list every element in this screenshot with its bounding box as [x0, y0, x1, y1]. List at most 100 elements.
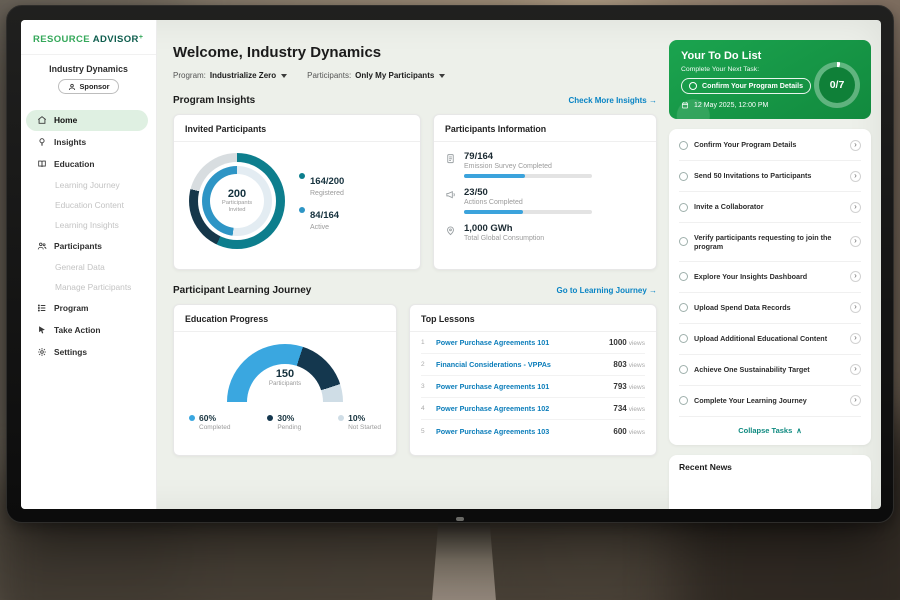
- page-title: Welcome, Industry Dynamics: [173, 44, 657, 61]
- sponsor-label: Sponsor: [80, 82, 110, 91]
- sidebar-item-take-action[interactable]: Take Action: [26, 320, 148, 341]
- lesson-link[interactable]: Power Purchase Agreements 103: [436, 427, 606, 436]
- lesson-row: 3 Power Purchase Agreements 101 793views: [421, 376, 645, 398]
- donut-center-value: 200: [228, 188, 246, 200]
- sidebar-item-label: Learning Journey: [55, 180, 120, 190]
- sidebar-item-program[interactable]: Program: [26, 298, 148, 319]
- sidebar-item-participants[interactable]: Participants: [26, 236, 148, 257]
- person-icon: [68, 83, 76, 91]
- legend-dot: [338, 415, 344, 421]
- pin-icon: [445, 225, 456, 236]
- checkbox-icon[interactable]: [679, 303, 688, 312]
- legend-item-registered: 164/200Registered: [299, 171, 344, 197]
- todo-progress-ring: 0/7: [814, 62, 860, 108]
- recent-news-title: Recent News: [679, 462, 732, 472]
- checkbox-icon[interactable]: [679, 396, 688, 405]
- checkbox-icon[interactable]: [689, 82, 697, 90]
- lesson-link[interactable]: Power Purchase Agreements 101: [436, 338, 602, 347]
- check-more-insights-link[interactable]: Check More Insights →: [569, 96, 657, 105]
- lesson-link[interactable]: Power Purchase Agreements 102: [436, 404, 606, 413]
- sidebar-item-label: Settings: [54, 347, 87, 357]
- sidebar-item-manage-participants[interactable]: Manage Participants: [26, 278, 148, 297]
- monitor-bezel: RESOURCE ADVISOR+ Industry Dynamics Spon…: [6, 5, 894, 523]
- task-row[interactable]: Upload Additional Educational Content ›: [679, 324, 861, 355]
- legend-item-active: 84/164Active: [299, 205, 344, 231]
- logo-plus: +: [139, 34, 144, 41]
- pointer-icon: [37, 325, 47, 335]
- checkbox-icon[interactable]: [679, 141, 688, 150]
- go-to-learning-journey-link[interactable]: Go to Learning Journey →: [557, 286, 657, 295]
- program-insights-header: Program Insights Check More Insights →: [173, 95, 657, 106]
- scene: RESOURCE ADVISOR+ Industry Dynamics Spon…: [0, 0, 900, 600]
- sidebar: RESOURCE ADVISOR+ Industry Dynamics Spon…: [21, 20, 157, 509]
- chevron-right-icon[interactable]: ›: [850, 140, 861, 151]
- participants-dropdown[interactable]: Participants:Only My Participants: [307, 71, 445, 80]
- chevron-down-icon: [439, 74, 445, 78]
- sidebar-item-settings[interactable]: Settings: [26, 342, 148, 363]
- collapse-tasks-button[interactable]: Collapse Tasks∧: [679, 417, 861, 444]
- chevron-right-icon[interactable]: ›: [850, 302, 861, 313]
- chevron-right-icon[interactable]: ›: [850, 202, 861, 213]
- task-row[interactable]: Explore Your Insights Dashboard ›: [679, 262, 861, 293]
- megaphone-icon: [445, 189, 456, 200]
- org-name: Industry Dynamics: [25, 64, 152, 74]
- sidebar-item-home[interactable]: Home: [26, 110, 148, 131]
- lesson-row: 2 Financial Considerations - VPPAs 803vi…: [421, 354, 645, 376]
- sidebar-item-insights[interactable]: Insights: [26, 132, 148, 153]
- chevron-down-icon: [281, 74, 287, 78]
- participants-information-card: Participants Information 79/164 Emission…: [433, 114, 657, 270]
- stat-actions-completed: 23/50 Actions Completed: [445, 187, 645, 214]
- task-row[interactable]: Achieve One Sustainability Target ›: [679, 355, 861, 386]
- next-task-pill[interactable]: Confirm Your Program Details: [681, 78, 811, 94]
- task-row[interactable]: Send 50 Invitations to Participants ›: [679, 161, 861, 192]
- program-value: Industrialize Zero: [210, 71, 276, 80]
- sidebar-item-general-data[interactable]: General Data: [26, 258, 148, 277]
- chevron-right-icon[interactable]: ›: [850, 171, 861, 182]
- checkbox-icon[interactable]: [679, 272, 688, 281]
- task-row[interactable]: Verify participants requesting to join t…: [679, 223, 861, 262]
- card-title: Top Lessons: [410, 314, 656, 332]
- checkbox-icon[interactable]: [679, 237, 688, 246]
- participants-value: Only My Participants: [355, 71, 434, 80]
- lesson-link[interactable]: Financial Considerations - VPPAs: [436, 360, 606, 369]
- progress-track: [464, 174, 592, 178]
- sidebar-nav: Home Insights Education Learning Journey: [21, 110, 156, 363]
- checkbox-icon[interactable]: [679, 365, 688, 374]
- task-row[interactable]: Upload Spend Data Records ›: [679, 293, 861, 324]
- home-icon: [37, 115, 47, 125]
- chevron-right-icon[interactable]: ›: [850, 271, 861, 282]
- lesson-row: 5 Power Purchase Agreements 103 600views: [421, 420, 645, 442]
- progress-track: [464, 210, 592, 214]
- sidebar-item-education[interactable]: Education: [26, 154, 148, 175]
- stat-global-consumption: 1,000 GWh Total Global Consumption: [445, 223, 645, 242]
- education-progress-card: Education Progress 150 Participants 60: [173, 304, 397, 456]
- checkbox-icon[interactable]: [679, 172, 688, 181]
- checkbox-icon[interactable]: [679, 203, 688, 212]
- chevron-right-icon[interactable]: ›: [850, 236, 861, 247]
- recent-news-card: Recent News: [669, 455, 871, 509]
- sidebar-item-learning-insights[interactable]: Learning Insights: [26, 216, 148, 235]
- logo-resource: RESOURCE: [33, 34, 90, 45]
- monitor-stand: [432, 521, 496, 600]
- sidebar-item-label: General Data: [55, 262, 105, 272]
- task-row[interactable]: Confirm Your Program Details ›: [679, 130, 861, 161]
- lesson-link[interactable]: Power Purchase Agreements 101: [436, 382, 606, 391]
- sidebar-item-learning-journey[interactable]: Learning Journey: [26, 176, 148, 195]
- legend-item-not-started: 10% Not Started: [338, 413, 381, 431]
- program-dropdown[interactable]: Program:Industrialize Zero: [173, 71, 287, 80]
- people-icon: [37, 241, 47, 251]
- chevron-right-icon[interactable]: ›: [850, 333, 861, 344]
- legend-dot: [299, 173, 305, 179]
- legend-item-pending: 30% Pending: [267, 413, 301, 431]
- sidebar-item-label: Take Action: [54, 325, 101, 335]
- card-title: Participants Information: [434, 124, 656, 142]
- sidebar-item-education-content[interactable]: Education Content: [26, 196, 148, 215]
- task-row[interactable]: Complete Your Learning Journey ›: [679, 386, 861, 417]
- insights-cards-row: Invited Participants 200 Participants In…: [173, 114, 657, 270]
- sponsor-badge[interactable]: Sponsor: [58, 79, 120, 94]
- chevron-right-icon[interactable]: ›: [850, 364, 861, 375]
- task-row[interactable]: Invite a Collaborator ›: [679, 192, 861, 223]
- learning-cards-row: Education Progress 150 Participants 60: [173, 304, 657, 456]
- checkbox-icon[interactable]: [679, 334, 688, 343]
- chevron-right-icon[interactable]: ›: [850, 395, 861, 406]
